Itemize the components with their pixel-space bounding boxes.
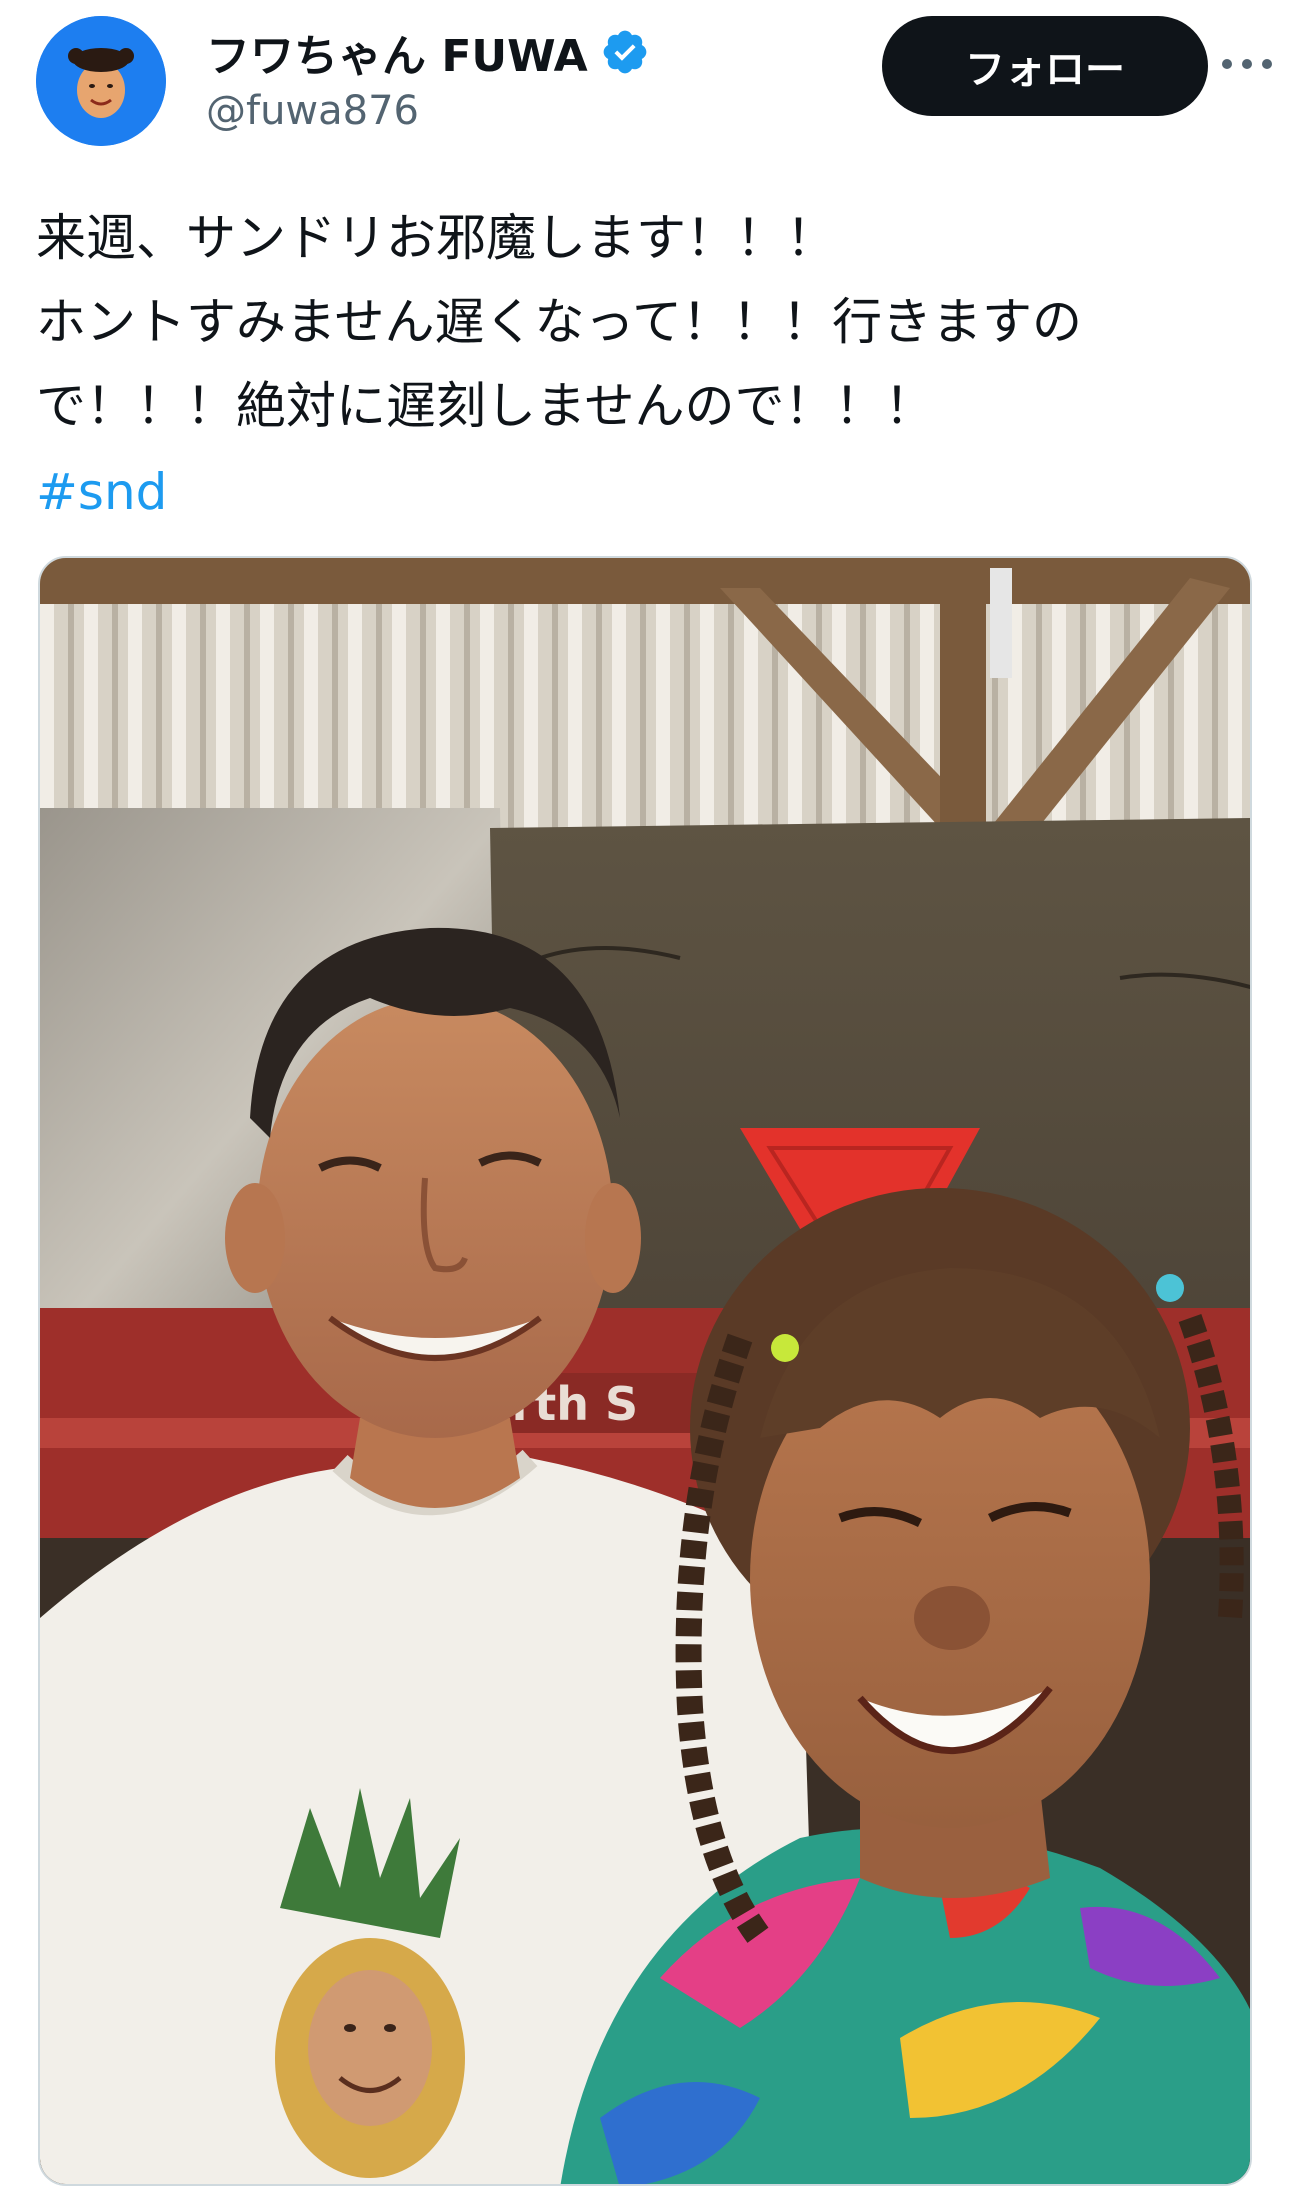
author-names: フワちゃん FUWA @fuwa876 — [206, 22, 650, 134]
tweet-line-1: 来週、サンドリお邪魔します！！！ — [36, 209, 836, 267]
tweet-line-3: で！！！絶対に遅刻しませんので！！！ — [36, 377, 935, 435]
profile-avatar-icon — [36, 16, 166, 146]
photo-image: orth S — [40, 558, 1250, 2184]
tweet-header: フワちゃん FUWA @fuwa876 フォロー — [36, 14, 1272, 146]
more-dot — [1222, 59, 1232, 69]
hashtag-link[interactable]: #snd — [36, 450, 1266, 534]
follow-button[interactable]: フォロー — [882, 16, 1208, 116]
more-options-icon[interactable] — [1222, 44, 1272, 84]
display-name-row: フワちゃん FUWA — [206, 22, 650, 82]
tweet-photo[interactable]: orth S — [38, 556, 1252, 2186]
tweet-text: 来週、サンドリお邪魔します！！！ ホントすみません遅くなって！！！行きますの で… — [36, 196, 1266, 534]
more-dot — [1262, 59, 1272, 69]
handle[interactable]: @fuwa876 — [206, 88, 650, 134]
verified-badge-icon — [603, 30, 647, 74]
profile-avatar[interactable] — [36, 16, 166, 146]
display-name[interactable]: フワちゃん FUWA — [206, 20, 588, 84]
more-dot — [1242, 59, 1252, 69]
tweet-line-2: ホントすみません遅くなって！！！行きますの — [36, 293, 1082, 351]
